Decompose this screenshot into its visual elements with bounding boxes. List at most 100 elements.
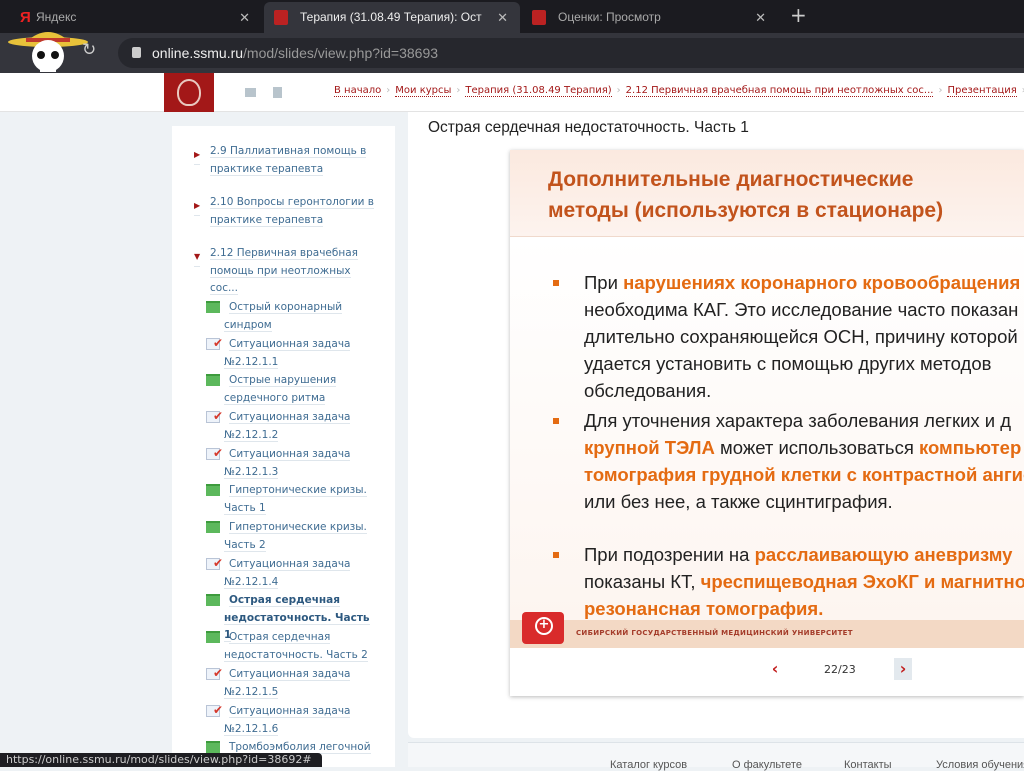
tab-therapy[interactable]: Терапия (31.08.49 Терапия): Ост ✕	[264, 2, 520, 33]
url-input[interactable]: online.ssmu.ru/mod/slides/view.php?id=38…	[118, 38, 1024, 68]
breadcrumb-item[interactable]: Терапия (31.08.49 Терапия)	[465, 85, 612, 97]
sidebar-item-label: Гипертонические кризы. Часть 1	[224, 484, 367, 515]
url-path: /mod/slides/view.php?id=38693	[243, 45, 439, 61]
presentation-slide: Дополнительные диагностические методы (ис…	[510, 150, 1024, 696]
sidebar-item-label: Ситуационная задача №2.12.1.6	[224, 705, 351, 736]
sidebar-item[interactable]: Острые нарушения сердечного ритма	[206, 372, 374, 407]
sidebar-item[interactable]: Гипертонические кризы. Часть 1	[206, 482, 374, 517]
highlighted-text: чреспищеводная ЭхоКГ и магнитно	[700, 571, 1024, 592]
breadcrumb-separator: ›	[616, 85, 621, 96]
sidebar-item-label: Ситуационная задача №2.12.1.3	[224, 448, 351, 479]
sidebar-item-label: Ситуационная задача №2.12.1.2	[224, 411, 351, 442]
bullet-text: обследования.	[584, 380, 712, 401]
sidebar-item[interactable]: Острый коронарный синдром	[206, 299, 374, 334]
bullet-text: длительно сохраняющейся ОСН, причину кот…	[584, 326, 1018, 347]
calendar-icon[interactable]	[273, 87, 282, 98]
footer-link-terms[interactable]: Условия обучения	[936, 759, 1024, 771]
assignment-icon	[206, 665, 223, 683]
presentation-icon	[206, 484, 220, 496]
tab-grades[interactable]: Оценки: Просмотр ✕	[522, 2, 778, 33]
page-title: Острая сердечная недостаточность. Часть …	[428, 119, 749, 136]
highlighted-text: томография грудной клетки с контрастной …	[584, 464, 1024, 485]
footer-link-about[interactable]: О факультете	[732, 759, 802, 771]
presentation-icon	[206, 631, 220, 643]
breadcrumb-item[interactable]: В начало	[334, 85, 382, 97]
bullet-text: удается установить с помощью других мето…	[584, 353, 992, 374]
slide-heading: методы (используются в стационаре)	[548, 199, 944, 222]
medical-kit-icon	[522, 612, 564, 644]
assignment-icon	[206, 555, 223, 573]
breadcrumb-item[interactable]: 2.12 Первичная врачебная помощь при неот…	[625, 85, 934, 97]
slide-header: Дополнительные диагностические методы (ис…	[510, 150, 1024, 237]
assignment-icon	[206, 335, 223, 353]
sidebar-item-label: Гипертонические кризы. Часть 2	[224, 521, 367, 552]
sidebar-item[interactable]: ▶ 2.10 Вопросы геронтологии в практике те…	[194, 194, 375, 229]
triangle-down-icon[interactable]: ▼	[194, 248, 201, 267]
bullet-square-icon	[553, 418, 559, 424]
footer-link-contacts[interactable]: Контакты	[844, 759, 892, 771]
bullet-text: или без нее, а также сцинтиграфия.	[584, 491, 893, 512]
sidebar-item[interactable]: Ситуационная задача №2.12.1.2	[206, 408, 374, 444]
assignment-icon	[206, 702, 223, 720]
bullet-text: Для уточнения характера заболевания легк…	[584, 410, 1012, 431]
sidebar-item[interactable]: Ситуационная задача №2.12.1.5	[206, 665, 374, 701]
tab-label: Терапия (31.08.49 Терапия): Ост	[300, 10, 482, 24]
sidebar-item[interactable]: Ситуационная задача №2.12.1.3	[206, 445, 374, 481]
close-tab-icon[interactable]: ✕	[755, 2, 766, 33]
lock-icon	[132, 47, 141, 58]
course-navigation-sidebar: ▶ 2.9 Паллиативная помощь в практике тера…	[172, 126, 395, 767]
bullet-text: При подозрении на	[584, 544, 755, 565]
sidebar-item[interactable]: Гипертонические кризы. Часть 2	[206, 519, 374, 554]
sidebar-item[interactable]: Острая сердечная недостаточность. Часть …	[206, 629, 374, 664]
breadcrumb-item[interactable]: Мои курсы	[395, 85, 452, 97]
sidebar-item-label: 2.10 Вопросы геронтологии в практике тер…	[210, 196, 374, 227]
presentation-icon	[206, 521, 220, 533]
site-header: В начало › Мои курсы › Терапия (31.08.49 Тер…	[0, 73, 1024, 112]
sidebar-item-label: Ситуационная задача №2.12.1.4	[224, 558, 351, 589]
next-slide-button[interactable]: ›	[894, 658, 912, 680]
sidebar-item[interactable]: Ситуационная задача №2.12.1.1	[206, 335, 374, 371]
tab-label: Оценки: Просмотр	[558, 10, 661, 24]
highlighted-text: компьютер	[918, 437, 1022, 458]
sidebar-item[interactable]: ▼ 2.12 Первичная врачебная помощь при нео…	[194, 245, 375, 298]
bullet-square-icon	[553, 552, 559, 558]
url-domain: online.ssmu.ru	[152, 45, 244, 61]
tab-bar: Я Яндекс ✕ Терапия (31.08.49 Терапия): Ост…	[0, 0, 1024, 33]
bullet-text: При	[584, 272, 624, 293]
breadcrumb: В начало › Мои курсы › Терапия (31.08.49 Тер…	[334, 85, 1024, 97]
breadcrumb-item[interactable]: Презентация	[947, 85, 1017, 97]
close-tab-icon[interactable]: ✕	[497, 2, 508, 33]
sidebar-item[interactable]: ▶ 2.9 Паллиативная помощь в практике тера…	[194, 143, 375, 178]
sidebar-item[interactable]: Ситуационная задача №2.12.1.4	[206, 555, 374, 591]
sidebar-item-label: Ситуационная задача №2.12.1.1	[224, 338, 351, 369]
sidebar-item-label: Острая сердечная недостаточность. Часть …	[224, 631, 368, 662]
sidebar-item-label: Ситуационная задача №2.12.1.5	[224, 668, 351, 699]
main-content: Острая сердечная недостаточность. Часть …	[408, 112, 1024, 738]
triangle-right-icon[interactable]: ▶	[194, 146, 201, 165]
university-name: СИБИРСКИЙ ГОСУДАРСТВЕННЫЙ МЕДИЦИНСКИЙ УН…	[576, 629, 853, 637]
breadcrumb-separator: ›	[456, 85, 461, 96]
sidebar-item[interactable]: Ситуационная задача №2.12.1.6	[206, 702, 374, 738]
sidebar-item-label: 2.9 Паллиативная помощь в практике терап…	[210, 145, 367, 176]
footer-link-catalog[interactable]: Каталог курсов	[610, 759, 687, 771]
tab-label: Яндекс	[36, 10, 77, 24]
ssmu-favicon-icon	[274, 10, 288, 25]
slide-bullet: При нарушениях коронарного кровообращени…	[553, 269, 1021, 404]
highlighted-text: нарушениях коронарного кровообращения	[623, 272, 1021, 293]
mail-icon[interactable]	[245, 88, 256, 97]
close-tab-icon[interactable]: ✕	[239, 2, 250, 33]
skull-avatar-icon[interactable]	[6, 28, 91, 74]
breadcrumb-separator: ›	[938, 85, 943, 96]
university-logo[interactable]	[164, 73, 214, 112]
site-footer: Каталог курсов О факультете Контакты Усл…	[408, 742, 1024, 771]
assignment-icon	[206, 408, 223, 426]
slide-bullet: Для уточнения характера заболевания легк…	[553, 407, 1024, 515]
previous-slide-button[interactable]: ‹	[766, 658, 784, 680]
presentation-icon	[206, 374, 220, 386]
slide-bullet: При подозрении на расслаивающую аневризм…	[553, 541, 1024, 622]
new-tab-icon[interactable]: +	[790, 3, 807, 27]
reload-icon[interactable]: ↻	[82, 40, 96, 60]
status-bar-url: https://online.ssmu.ru/mod/slides/view.p…	[0, 753, 322, 767]
sidebar-item-label: Острые нарушения сердечного ритма	[224, 374, 337, 405]
triangle-right-icon[interactable]: ▶	[194, 197, 201, 216]
